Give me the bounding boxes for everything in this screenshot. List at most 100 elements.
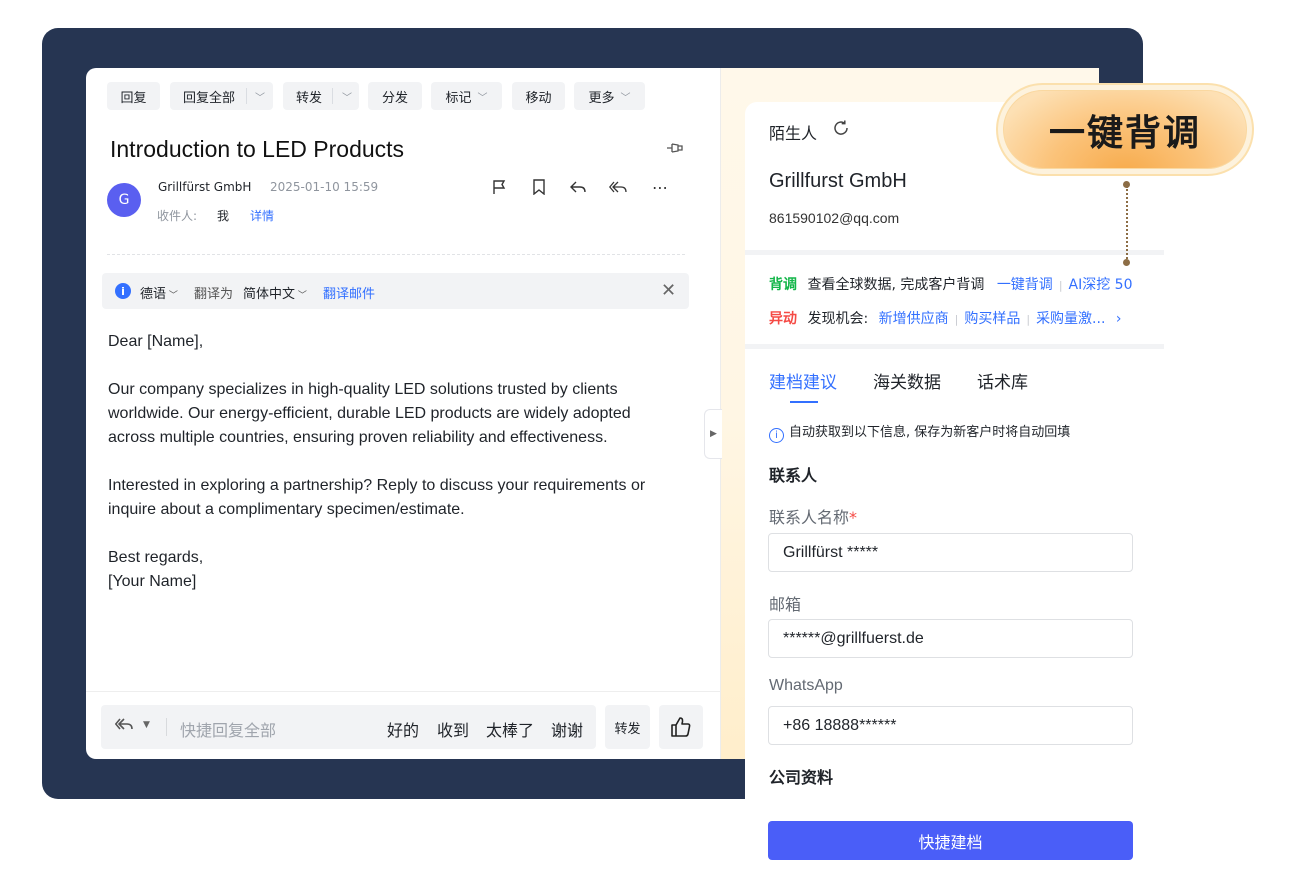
contact-name-label-text: 联系人名称 xyxy=(769,508,850,527)
pin-icon[interactable] xyxy=(666,140,684,160)
quick-reply-chip[interactable]: 太棒了 xyxy=(486,717,534,741)
quick-reply-chip[interactable]: 收到 xyxy=(437,717,469,741)
ai-deep-dig-link[interactable]: AI深挖 50 xyxy=(1069,277,1133,293)
sender-name[interactable]: Grillfürst GmbH xyxy=(158,180,251,194)
more-label: 更多 xyxy=(588,90,615,106)
source-language-select[interactable]: 德语 ﹀ xyxy=(140,283,178,302)
leader-dot xyxy=(1123,259,1130,266)
quick-save-button[interactable]: 快捷建档 xyxy=(768,821,1133,860)
body-paragraph-line: worldwide. Our energy-efficient, durable… xyxy=(108,405,631,422)
company-email: 861590102@qq.com xyxy=(769,210,900,226)
reply-button[interactable]: 回复 xyxy=(107,82,160,110)
contact-status: 陌生人 xyxy=(769,124,818,143)
translate-bar: i 德语 ﹀ 翻译为 简体中文 ﹀ 翻译邮件 ✕ xyxy=(102,273,689,309)
quick-reply-divider xyxy=(86,691,720,692)
quick-reply-input[interactable]: 快捷回复全部 xyxy=(180,717,276,741)
info-icon: i xyxy=(769,428,784,443)
body-paragraph-line: inquire about a complimentary specimen/e… xyxy=(108,501,465,518)
translate-to-label: 翻译为 xyxy=(194,287,234,302)
activity-item[interactable]: 采购量激... xyxy=(1036,311,1105,327)
body-paragraph-line: across multiple countries, ensuring prov… xyxy=(108,429,608,446)
reply-all-icon[interactable] xyxy=(114,717,133,735)
background-check-text: 查看全球数据, 完成客户背调 xyxy=(807,277,985,293)
quick-reply-bar: ▼ 快捷回复全部 好的 收到 太棒了 谢谢 xyxy=(101,705,596,749)
email-date: 2025-01-10 15:59 xyxy=(270,180,379,194)
split-divider xyxy=(332,88,333,104)
flag-icon[interactable] xyxy=(488,176,510,198)
quick-forward-button[interactable]: 转发 xyxy=(605,705,650,749)
refresh-icon[interactable] xyxy=(832,119,850,142)
contact-name-label: 联系人名称* xyxy=(769,504,857,528)
tab-customs-data[interactable]: 海关数据 xyxy=(873,368,941,393)
more-button[interactable]: 更多 ﹀ xyxy=(574,82,645,110)
activity-item[interactable]: 新增供应商 xyxy=(879,311,949,327)
reply-label: 回复 xyxy=(120,90,147,106)
one-click-background-check-callout: 一键背调 xyxy=(1003,90,1247,169)
thumbs-up-icon[interactable] xyxy=(659,705,703,749)
recipient-value: 我 xyxy=(217,209,230,223)
body-greeting: Dear [Name], xyxy=(108,333,204,350)
chevron-down-icon: ﹀ xyxy=(477,92,488,104)
bookmark-icon[interactable] xyxy=(528,176,550,198)
tab-script-library[interactable]: 话术库 xyxy=(977,368,1028,393)
whatsapp-label: WhatsApp xyxy=(769,677,843,694)
split-divider xyxy=(246,88,247,104)
chevron-right-icon[interactable]: › xyxy=(1116,311,1122,327)
section-band xyxy=(745,344,1164,349)
forward-button[interactable]: 转发 ﹀ xyxy=(283,82,359,110)
email-field[interactable]: ******@grillfuerst.de xyxy=(768,619,1133,658)
distribute-label: 分发 xyxy=(381,90,408,106)
quick-reply-chip[interactable]: 好的 xyxy=(387,717,419,741)
caret-down-icon[interactable]: ▼ xyxy=(143,720,150,730)
active-tab-underline xyxy=(790,401,818,403)
mark-label: 标记 xyxy=(445,90,472,106)
reply-icon[interactable] xyxy=(567,176,589,198)
body-signature: [Your Name] xyxy=(108,573,197,590)
move-label: 移动 xyxy=(525,90,552,106)
reply-all-label: 回复全部 xyxy=(183,90,236,106)
contact-name-field[interactable]: Grillfürst ***** xyxy=(768,533,1133,572)
distribute-button[interactable]: 分发 xyxy=(368,82,422,110)
reply-all-icon[interactable] xyxy=(607,176,629,198)
quick-reply-chip[interactable]: 谢谢 xyxy=(551,717,583,741)
background-check-tag: 背调 xyxy=(769,277,797,293)
company-name: Grillfurst GmbH xyxy=(769,170,907,192)
target-language-select[interactable]: 简体中文 ﹀ xyxy=(243,283,307,302)
company-section-title: 公司资料 xyxy=(769,768,834,787)
sender-avatar: G xyxy=(107,183,141,217)
activity-row: 异动 发现机会: 新增供应商 | 购买样品 | 采购量激... › xyxy=(769,311,1122,327)
whatsapp-field[interactable]: +86 18888****** xyxy=(768,706,1133,745)
customer-panel: 陌生人 Grillfurst GmbH 861590102@qq.com 背调 … xyxy=(745,102,1164,896)
mark-button[interactable]: 标记 ﹀ xyxy=(431,82,502,110)
required-marker: * xyxy=(849,508,858,527)
quick-reply-separator xyxy=(166,718,167,736)
target-language-label: 简体中文 xyxy=(243,287,296,302)
close-icon[interactable]: ✕ xyxy=(661,280,676,301)
move-button[interactable]: 移动 xyxy=(512,82,565,110)
callout-leader-line xyxy=(1126,186,1128,262)
activity-tag: 异动 xyxy=(769,311,797,327)
chevron-down-icon[interactable]: ﹀ xyxy=(342,89,352,104)
tab-filing-suggestions[interactable]: 建档建议 xyxy=(769,368,837,393)
quick-forward-label: 转发 xyxy=(614,721,641,737)
recipient-label: 收件人: xyxy=(157,209,198,223)
activity-text: 发现机会: xyxy=(807,311,869,327)
source-language-label: 德语 xyxy=(140,287,167,302)
one-click-check-link[interactable]: 一键背调 xyxy=(997,277,1053,293)
more-icon[interactable]: ⋯ xyxy=(649,176,671,198)
email-label: 邮箱 xyxy=(769,595,802,614)
header-divider xyxy=(107,254,685,255)
reply-all-button[interactable]: 回复全部 ﹀ xyxy=(170,82,273,110)
translate-email-link[interactable]: 翻译邮件 xyxy=(323,283,375,302)
body-closing: Best regards, xyxy=(108,549,204,566)
contact-section-title: 联系人 xyxy=(769,466,818,485)
chevron-down-icon[interactable]: ﹀ xyxy=(255,89,265,104)
section-band xyxy=(745,250,1164,255)
leader-dot xyxy=(1123,181,1130,188)
body-paragraph-line: Interested in exploring a partnership? R… xyxy=(108,477,646,494)
chevron-down-icon: ﹀ xyxy=(620,92,631,104)
details-link[interactable]: 详情 xyxy=(250,207,274,224)
collapse-arrow-icon[interactable]: ▶ xyxy=(704,409,722,459)
activity-item[interactable]: 购买样品 xyxy=(964,311,1020,327)
autofill-hint: i 自动获取到以下信息, 保存为新客户时将自动回填 xyxy=(769,421,1070,443)
